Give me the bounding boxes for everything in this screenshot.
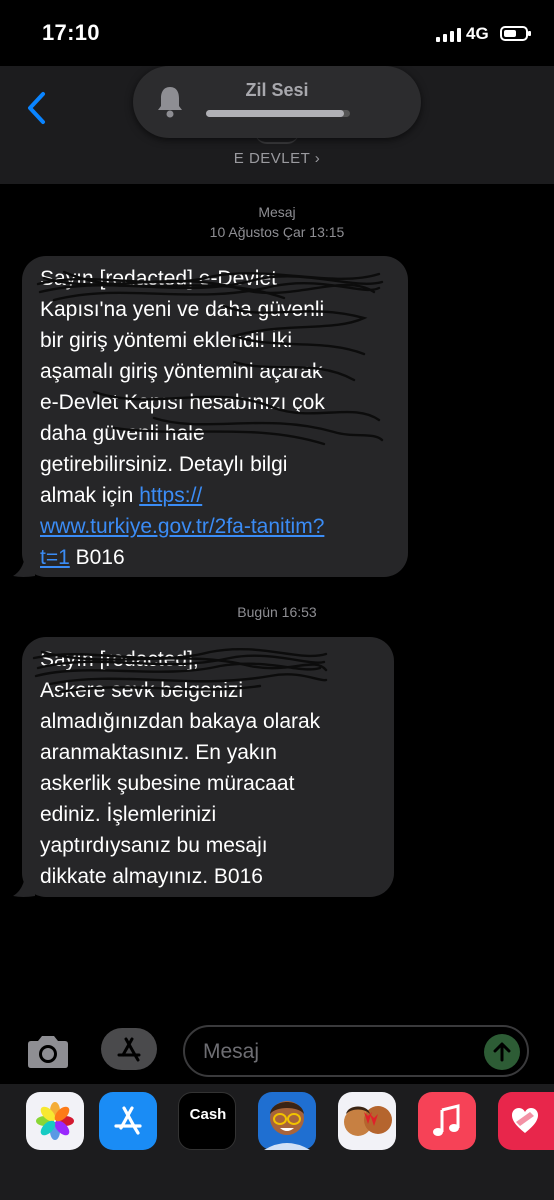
bubble-tail [13, 876, 35, 897]
incoming-message-bubble[interactable]: Sayın [redacted], Askere sevk belgenizi … [22, 637, 394, 897]
app-strip: Cash [0, 1084, 554, 1200]
conversation-header: E DEVLET › Zil Sesi [0, 66, 554, 184]
status-time: 17:10 [42, 20, 100, 45]
incoming-message-bubble[interactable]: Sayın [redacted] e-Devlet Kapısı'na yeni… [22, 256, 408, 577]
memoji-stickers-app-icon[interactable] [338, 1092, 396, 1150]
message-input[interactable] [201, 1037, 475, 1067]
battery-level [504, 30, 516, 37]
status-bar: 17:10 4G [0, 0, 554, 66]
music-note-icon [433, 1104, 460, 1136]
network-type: 4G [466, 24, 489, 43]
volume-fill [206, 110, 345, 117]
app-store-icon [117, 1037, 141, 1062]
message-timestamp: 10 Ağustos Çar 13:15 [209, 224, 345, 240]
memoji-face-icon [264, 1101, 310, 1150]
app-store-app-icon[interactable] [99, 1092, 157, 1150]
back-chevron-icon[interactable] [22, 88, 52, 128]
send-button[interactable] [484, 1034, 520, 1070]
contact-name[interactable]: E DEVLET › [0, 150, 554, 167]
app-store-a-icon [114, 1106, 142, 1135]
memoji-sticker-icon [344, 1106, 392, 1136]
message-text: Sayın [redacted] e-Devlet Kapısı'na yeni… [40, 267, 325, 569]
camera-icon[interactable] [24, 1034, 72, 1070]
message-timestamp: Bugün 16:53 [237, 604, 317, 620]
signal-icon [436, 28, 462, 42]
volume-track [206, 110, 350, 117]
volume-hud: Zil Sesi [133, 66, 421, 138]
app-store-button[interactable] [101, 1028, 157, 1070]
apple-cash-app-icon[interactable]: Cash [178, 1092, 236, 1150]
battery-icon [500, 26, 531, 41]
cash-label: Cash [189, 1106, 227, 1123]
heart-app-icon[interactable] [498, 1092, 554, 1150]
heart-icon [512, 1108, 538, 1133]
photos-flower-icon [36, 1102, 74, 1140]
memoji-app-icon[interactable] [258, 1092, 316, 1150]
message-field[interactable] [183, 1025, 529, 1077]
message-text: Sayın [redacted], Askere sevk belgenizi … [40, 648, 321, 888]
hud-label: Zil Sesi [245, 80, 309, 100]
composer-bar [0, 1020, 554, 1084]
photos-app-icon[interactable] [26, 1092, 84, 1150]
arrow-up-icon [493, 1042, 511, 1062]
bubble-tail [13, 556, 35, 577]
music-app-icon[interactable] [418, 1092, 476, 1150]
thread-label: Mesaj [258, 204, 296, 220]
